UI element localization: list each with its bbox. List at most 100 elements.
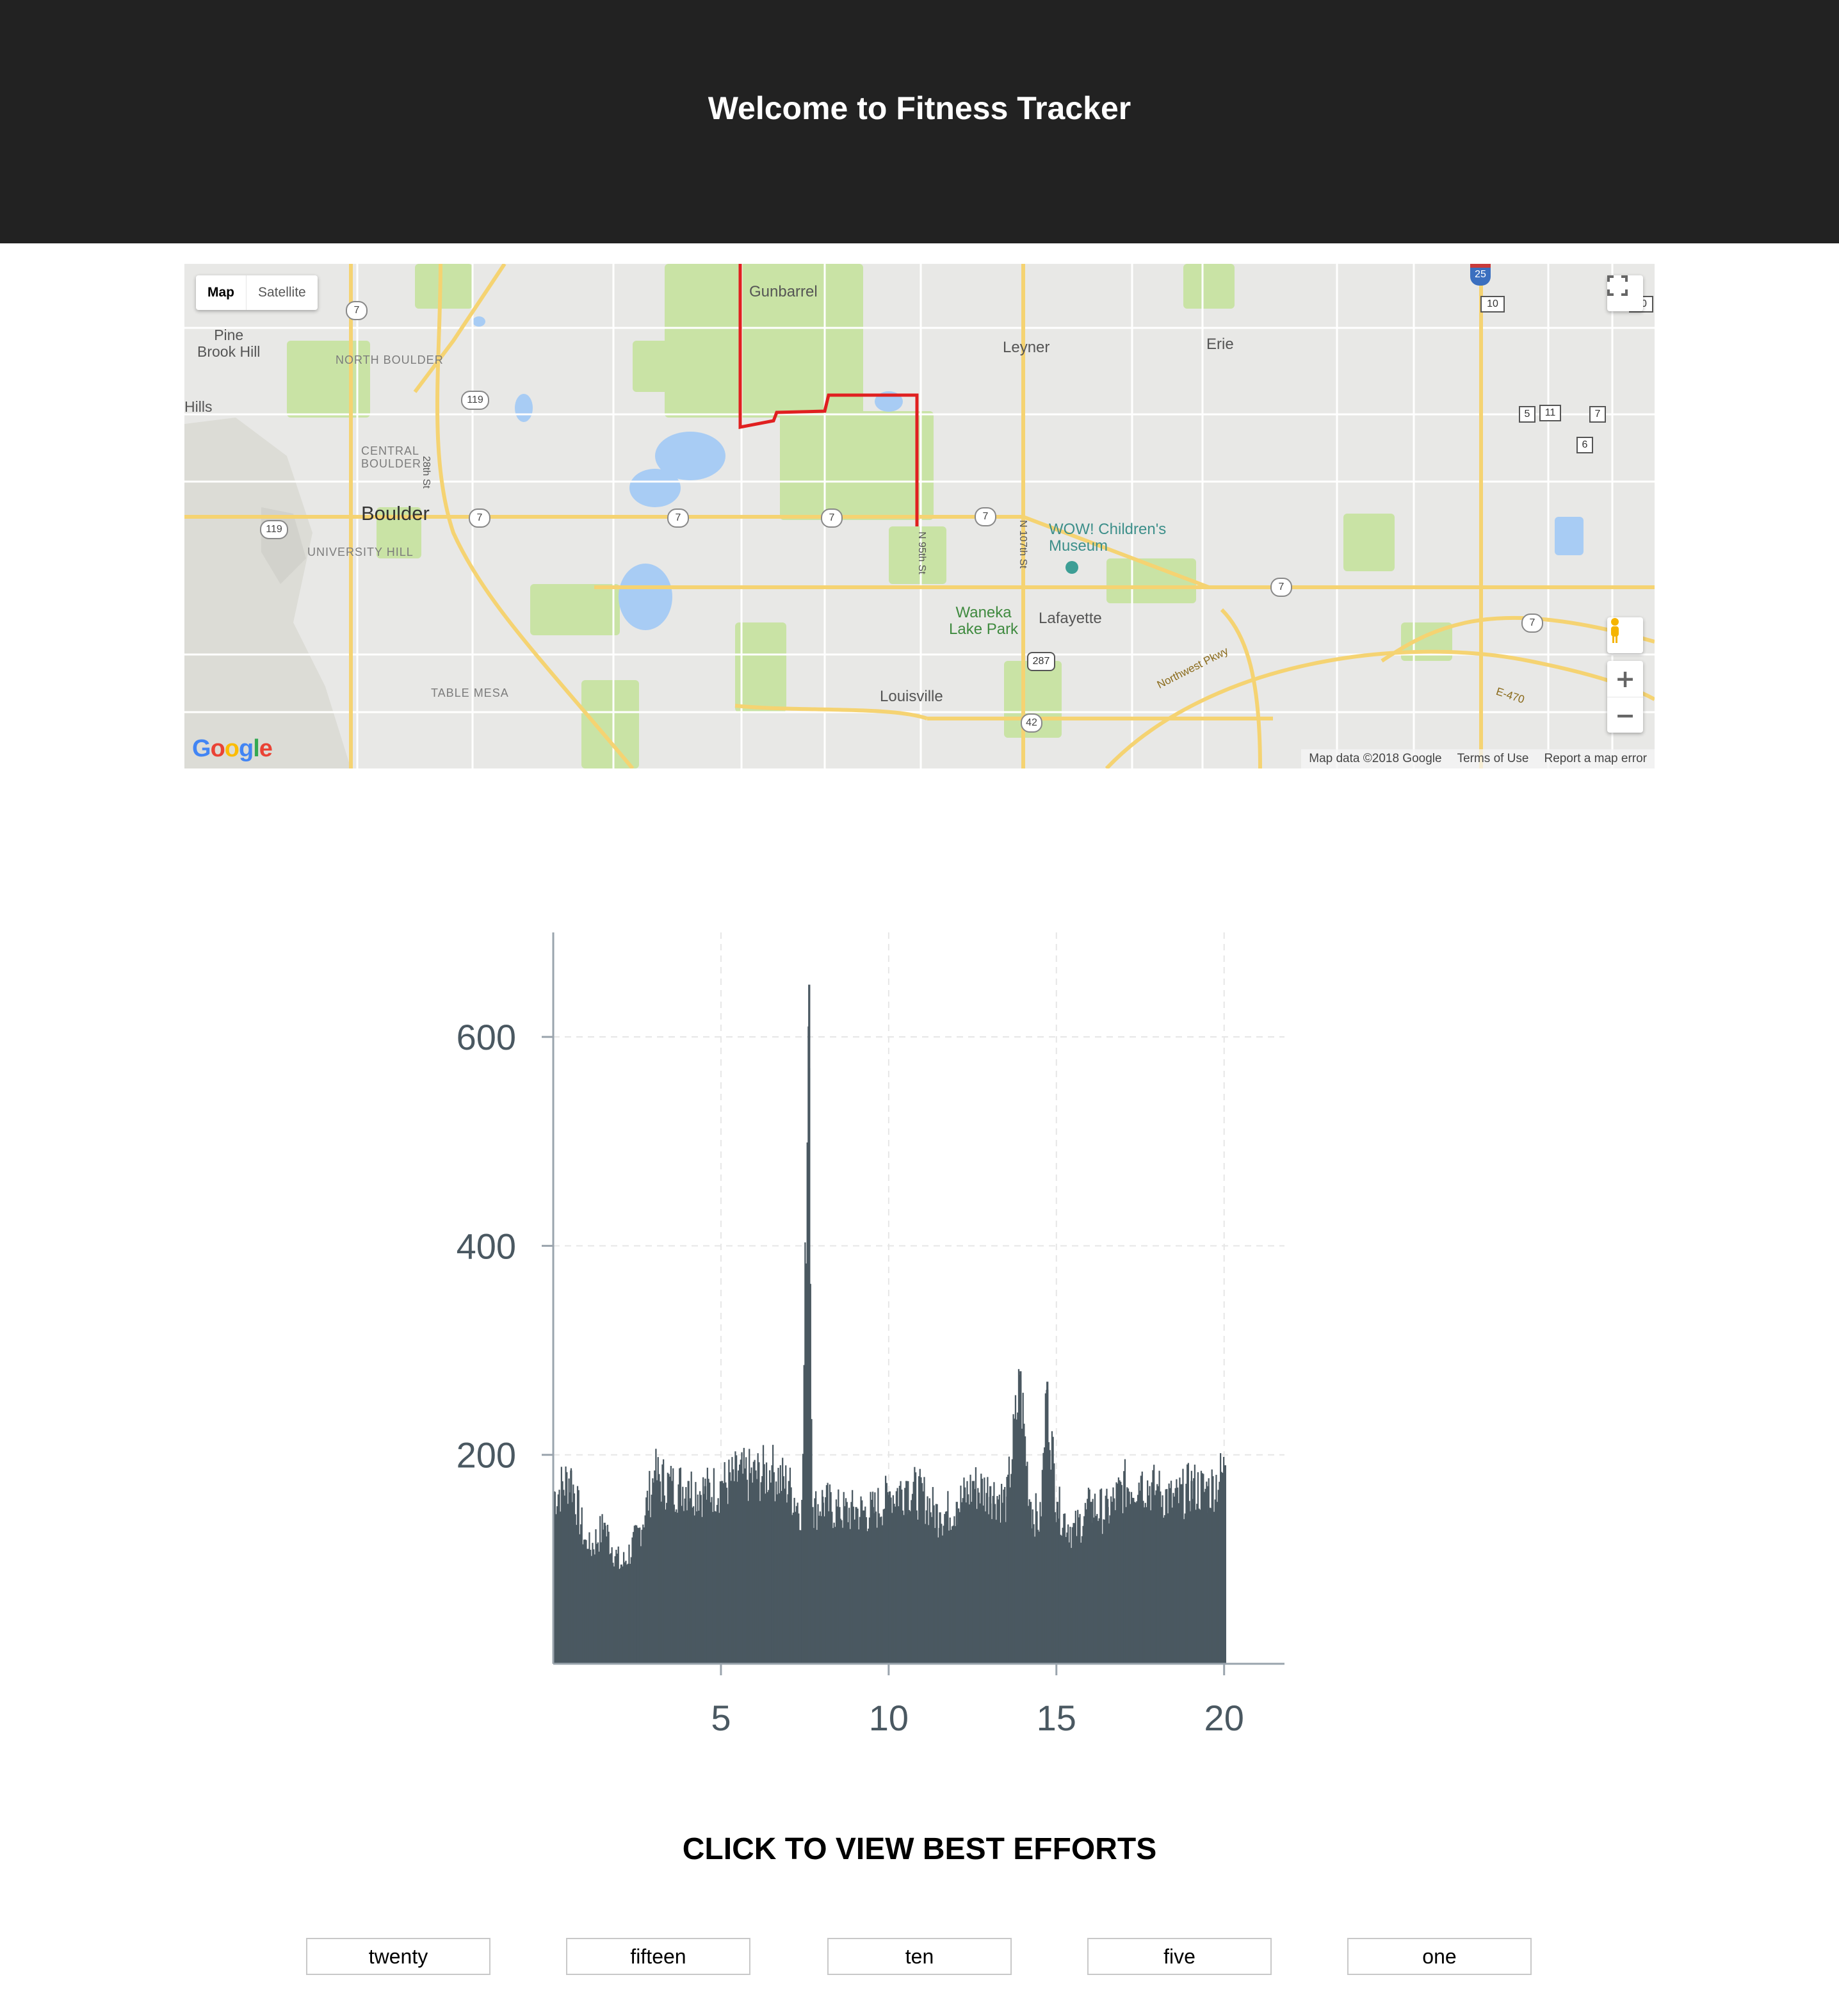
histogram-bar — [1119, 1480, 1121, 1664]
x-tick-label: 15 — [1037, 1698, 1076, 1738]
histogram-bar — [925, 1524, 927, 1664]
histogram-bar — [1106, 1488, 1108, 1664]
histogram-bar — [1098, 1518, 1100, 1664]
histogram-bar — [992, 1495, 994, 1664]
histogram-bar — [1141, 1471, 1143, 1664]
histogram-bar — [777, 1468, 779, 1664]
route-shield: 119 — [461, 391, 489, 410]
map-type-satellite-button[interactable]: Satellite — [247, 275, 318, 310]
histogram-bar — [745, 1457, 747, 1664]
histogram-bar — [622, 1552, 625, 1664]
histogram-bar — [1111, 1502, 1113, 1664]
histogram-bar — [787, 1494, 789, 1664]
histogram-bar — [1074, 1523, 1076, 1664]
histogram-bar — [717, 1498, 719, 1664]
histogram-bar — [1199, 1509, 1201, 1664]
zoom-in-button[interactable]: + — [1607, 661, 1643, 697]
histogram-bar — [1017, 1369, 1020, 1664]
zoom-out-button[interactable]: − — [1607, 697, 1643, 733]
histogram-bar — [757, 1453, 759, 1664]
histogram-bar — [993, 1482, 995, 1664]
terms-of-use-link[interactable]: Terms of Use — [1450, 749, 1537, 768]
histogram-bar — [973, 1490, 975, 1664]
histogram-bar — [941, 1524, 943, 1664]
histogram-bar — [806, 1142, 808, 1664]
map-type-map-button[interactable]: Map — [196, 275, 247, 310]
histogram-bar — [703, 1493, 705, 1664]
histogram-bar — [939, 1512, 941, 1664]
histogram-bar — [843, 1492, 845, 1664]
fullscreen-button[interactable] — [1607, 275, 1643, 311]
histogram-bar — [963, 1477, 965, 1664]
histogram-bar — [968, 1494, 969, 1664]
histogram-bar — [706, 1467, 708, 1664]
histogram-bar — [809, 1283, 811, 1664]
histogram-bar — [630, 1557, 632, 1664]
histogram-bar — [820, 1516, 822, 1664]
histogram-bar — [871, 1492, 874, 1664]
histogram-bar — [1211, 1469, 1213, 1664]
histogram-bar — [1076, 1536, 1078, 1664]
histogram-bar — [1062, 1527, 1064, 1664]
histogram-bar — [1203, 1474, 1204, 1664]
histogram-bar — [849, 1529, 851, 1664]
effort-button-twenty[interactable]: twenty — [306, 1938, 490, 1975]
histogram-bar — [1066, 1532, 1068, 1664]
histogram-bar — [1039, 1502, 1041, 1664]
histogram-bar — [1052, 1436, 1054, 1664]
route-shield: 5 — [1519, 406, 1535, 423]
effort-button-ten[interactable]: ten — [827, 1938, 1012, 1975]
histogram-bar — [987, 1477, 989, 1664]
effort-button-one[interactable]: one — [1347, 1938, 1532, 1975]
report-map-error-link[interactable]: Report a map error — [1536, 749, 1655, 768]
histogram-bar — [1150, 1510, 1152, 1664]
histogram-bar — [813, 1527, 814, 1664]
chart-bars — [553, 984, 1226, 1664]
histogram-bar — [749, 1473, 752, 1664]
histogram-bar — [665, 1509, 667, 1664]
histogram-bar — [917, 1519, 919, 1664]
histogram-bar — [740, 1459, 741, 1664]
histogram-bar — [676, 1513, 679, 1664]
histogram-bar — [620, 1565, 623, 1664]
histogram-bar — [1213, 1511, 1215, 1664]
histogram-bar — [736, 1481, 738, 1664]
histogram-bar — [1160, 1491, 1162, 1664]
histogram-bar — [785, 1465, 787, 1664]
histogram-bar — [1006, 1477, 1008, 1664]
histogram-bar — [804, 1242, 806, 1664]
zoom-control: + − — [1607, 661, 1643, 733]
histogram-bar — [861, 1500, 863, 1664]
histogram-bar — [595, 1529, 597, 1664]
histogram-bar — [989, 1486, 992, 1664]
histogram-bar — [912, 1481, 914, 1664]
effort-button-five[interactable]: five — [1087, 1938, 1272, 1975]
histogram-bar — [562, 1481, 563, 1664]
route-map[interactable]: Pine Brook Hill Hills NORTH BOULDER CENT… — [184, 264, 1655, 768]
histogram-bar — [587, 1549, 589, 1664]
histogram-bar — [1032, 1509, 1033, 1664]
histogram-bar — [800, 1530, 802, 1664]
histogram-bar — [762, 1445, 765, 1664]
histogram-bar — [1106, 1507, 1109, 1664]
histogram-bar — [749, 1449, 750, 1664]
histogram-bar — [955, 1515, 957, 1664]
effort-button-fifteen[interactable]: fifteen — [566, 1938, 750, 1975]
histogram-bar — [957, 1508, 960, 1664]
histogram-bar — [735, 1455, 738, 1664]
histogram-bar — [864, 1506, 866, 1664]
histogram-bar — [822, 1496, 824, 1664]
histogram-bar — [567, 1504, 569, 1664]
histogram-bar — [1026, 1461, 1028, 1664]
histogram-bar — [838, 1489, 839, 1664]
street-view-button[interactable] — [1607, 617, 1643, 653]
histogram-bar — [1071, 1527, 1073, 1664]
histogram-bar — [1117, 1477, 1120, 1664]
histogram-bar — [755, 1475, 757, 1664]
histogram-bar — [798, 1513, 800, 1664]
histogram-bar — [594, 1554, 595, 1664]
histogram-bar — [1196, 1504, 1198, 1664]
histogram-bar — [1036, 1511, 1038, 1664]
histogram-bar — [797, 1502, 798, 1664]
histogram-bar — [922, 1493, 924, 1664]
